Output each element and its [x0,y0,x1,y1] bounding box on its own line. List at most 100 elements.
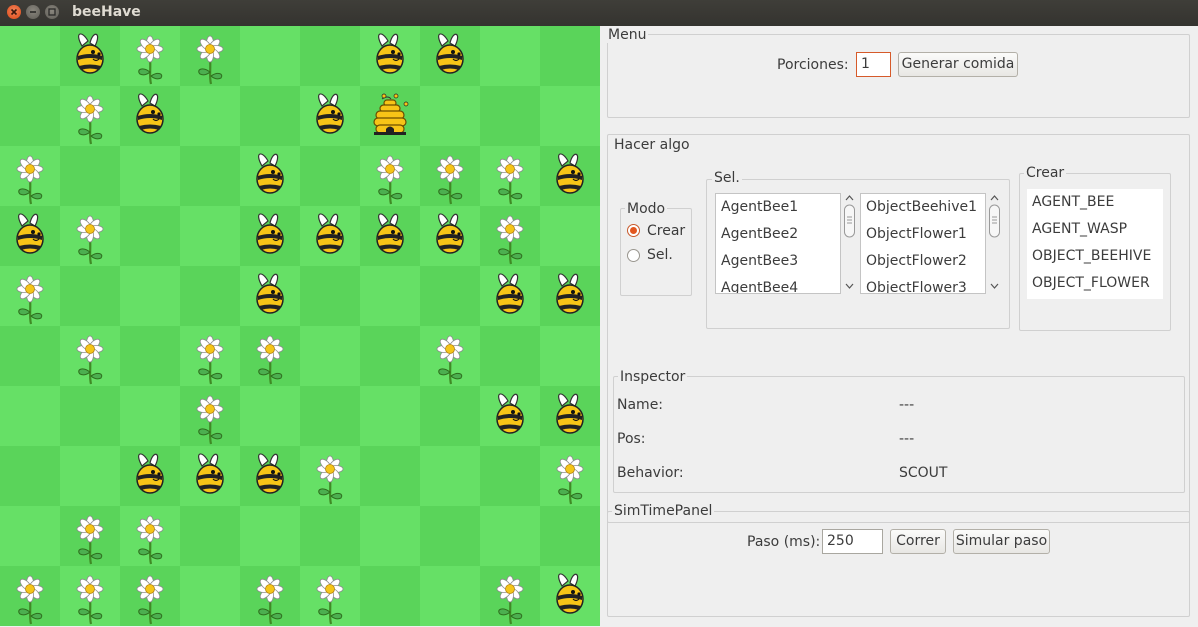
grid-cell[interactable] [180,386,240,446]
grid-cell[interactable] [420,266,480,326]
maximize-icon[interactable] [45,5,59,19]
grid-cell[interactable] [120,146,180,206]
grid-cell[interactable] [180,326,240,386]
grid-cell[interactable] [0,26,60,86]
bee-icon[interactable] [240,446,300,506]
flower-icon[interactable] [120,566,180,626]
grid-cell[interactable] [360,386,420,446]
grid-cell[interactable] [360,146,420,206]
grid-cell[interactable] [540,386,600,446]
bee-icon[interactable] [540,566,600,626]
close-icon[interactable] [7,5,21,19]
grid-cell[interactable] [120,266,180,326]
agents-list[interactable]: AgentBee1 AgentBee2 AgentBee3 AgentBee4 [715,193,841,294]
grid-cell[interactable] [0,266,60,326]
flower-icon[interactable] [180,326,240,386]
grid-cell[interactable] [540,146,600,206]
bee-icon[interactable] [420,206,480,266]
grid-cell[interactable] [300,266,360,326]
modo-sel-radio[interactable] [627,249,640,262]
flower-icon[interactable] [60,506,120,566]
objects-list[interactable]: ObjectBeehive1 ObjectFlower1 ObjectFlowe… [860,193,986,294]
modo-crear-radio[interactable] [627,224,640,237]
grid-cell[interactable] [60,506,120,566]
list-item[interactable]: AGENT_BEE [1027,189,1163,216]
grid-cell[interactable] [240,326,300,386]
flower-icon[interactable] [60,326,120,386]
paso-input[interactable]: 250 [822,529,883,554]
grid-cell[interactable] [120,206,180,266]
grid-cell[interactable] [300,326,360,386]
grid-cell[interactable] [120,566,180,626]
grid-cell[interactable] [240,446,300,506]
flower-icon[interactable] [480,206,540,266]
grid-cell[interactable] [300,506,360,566]
list-item[interactable]: OBJECT_FLOWER [1027,270,1163,297]
flower-icon[interactable] [300,446,360,506]
flower-icon[interactable] [0,566,60,626]
flower-icon[interactable] [120,26,180,86]
list-item[interactable]: AgentBee3 [716,248,840,275]
grid-cell[interactable] [420,326,480,386]
flower-icon[interactable] [300,566,360,626]
list-item[interactable]: ObjectFlower3 [861,275,985,293]
list-item[interactable]: AgentBee4 [716,275,840,293]
grid-cell[interactable] [240,146,300,206]
modo-sel-label[interactable]: Sel. [647,247,673,263]
grid-cell[interactable] [60,326,120,386]
grid-cell[interactable] [240,206,300,266]
grid-cell[interactable] [0,386,60,446]
flower-icon[interactable] [60,86,120,146]
grid-cell[interactable] [480,386,540,446]
list-item[interactable]: ObjectFlower2 [861,248,985,275]
grid-cell[interactable] [480,506,540,566]
list-item[interactable]: AgentBee2 [716,221,840,248]
bee-icon[interactable] [420,26,480,86]
flower-icon[interactable] [0,146,60,206]
grid-cell[interactable] [0,206,60,266]
flower-icon[interactable] [240,326,300,386]
grid-cell[interactable] [300,446,360,506]
list-item[interactable]: AgentBee1 [716,194,840,221]
grid-cell[interactable] [360,26,420,86]
grid-cell[interactable] [480,326,540,386]
grid-cell[interactable] [360,506,420,566]
flower-icon[interactable] [420,146,480,206]
grid-cell[interactable] [420,146,480,206]
list-item[interactable]: OBJECT_BEEHIVE [1027,243,1163,270]
grid-cell[interactable] [60,26,120,86]
grid-cell[interactable] [540,446,600,506]
flower-icon[interactable] [480,146,540,206]
bee-icon[interactable] [240,206,300,266]
bee-icon[interactable] [120,446,180,506]
grid-cell[interactable] [60,266,120,326]
grid-cell[interactable] [240,86,300,146]
grid-cell[interactable] [240,566,300,626]
porciones-input[interactable]: 1 [856,52,891,77]
flower-icon[interactable] [180,386,240,446]
grid-cell[interactable] [120,446,180,506]
bee-icon[interactable] [240,146,300,206]
bee-icon[interactable] [300,86,360,146]
grid-cell[interactable] [240,386,300,446]
grid-cell[interactable] [0,446,60,506]
grid-cell[interactable] [360,266,420,326]
grid-cell[interactable] [420,506,480,566]
grid-cell[interactable] [540,266,600,326]
grid-cell[interactable] [0,86,60,146]
simular-paso-button[interactable]: Simular paso [953,529,1050,554]
grid-cell[interactable] [360,206,420,266]
flower-icon[interactable] [0,266,60,326]
bee-icon[interactable] [300,206,360,266]
flower-icon[interactable] [480,566,540,626]
bee-icon[interactable] [540,266,600,326]
flower-icon[interactable] [120,506,180,566]
list-item[interactable]: AGENT_WASP [1027,216,1163,243]
grid-cell[interactable] [0,566,60,626]
objects-scrollbar[interactable] [988,193,1001,292]
bee-icon[interactable] [120,86,180,146]
flower-icon[interactable] [60,206,120,266]
grid-cell[interactable] [480,206,540,266]
grid-cell[interactable] [120,86,180,146]
grid-cell[interactable] [540,326,600,386]
